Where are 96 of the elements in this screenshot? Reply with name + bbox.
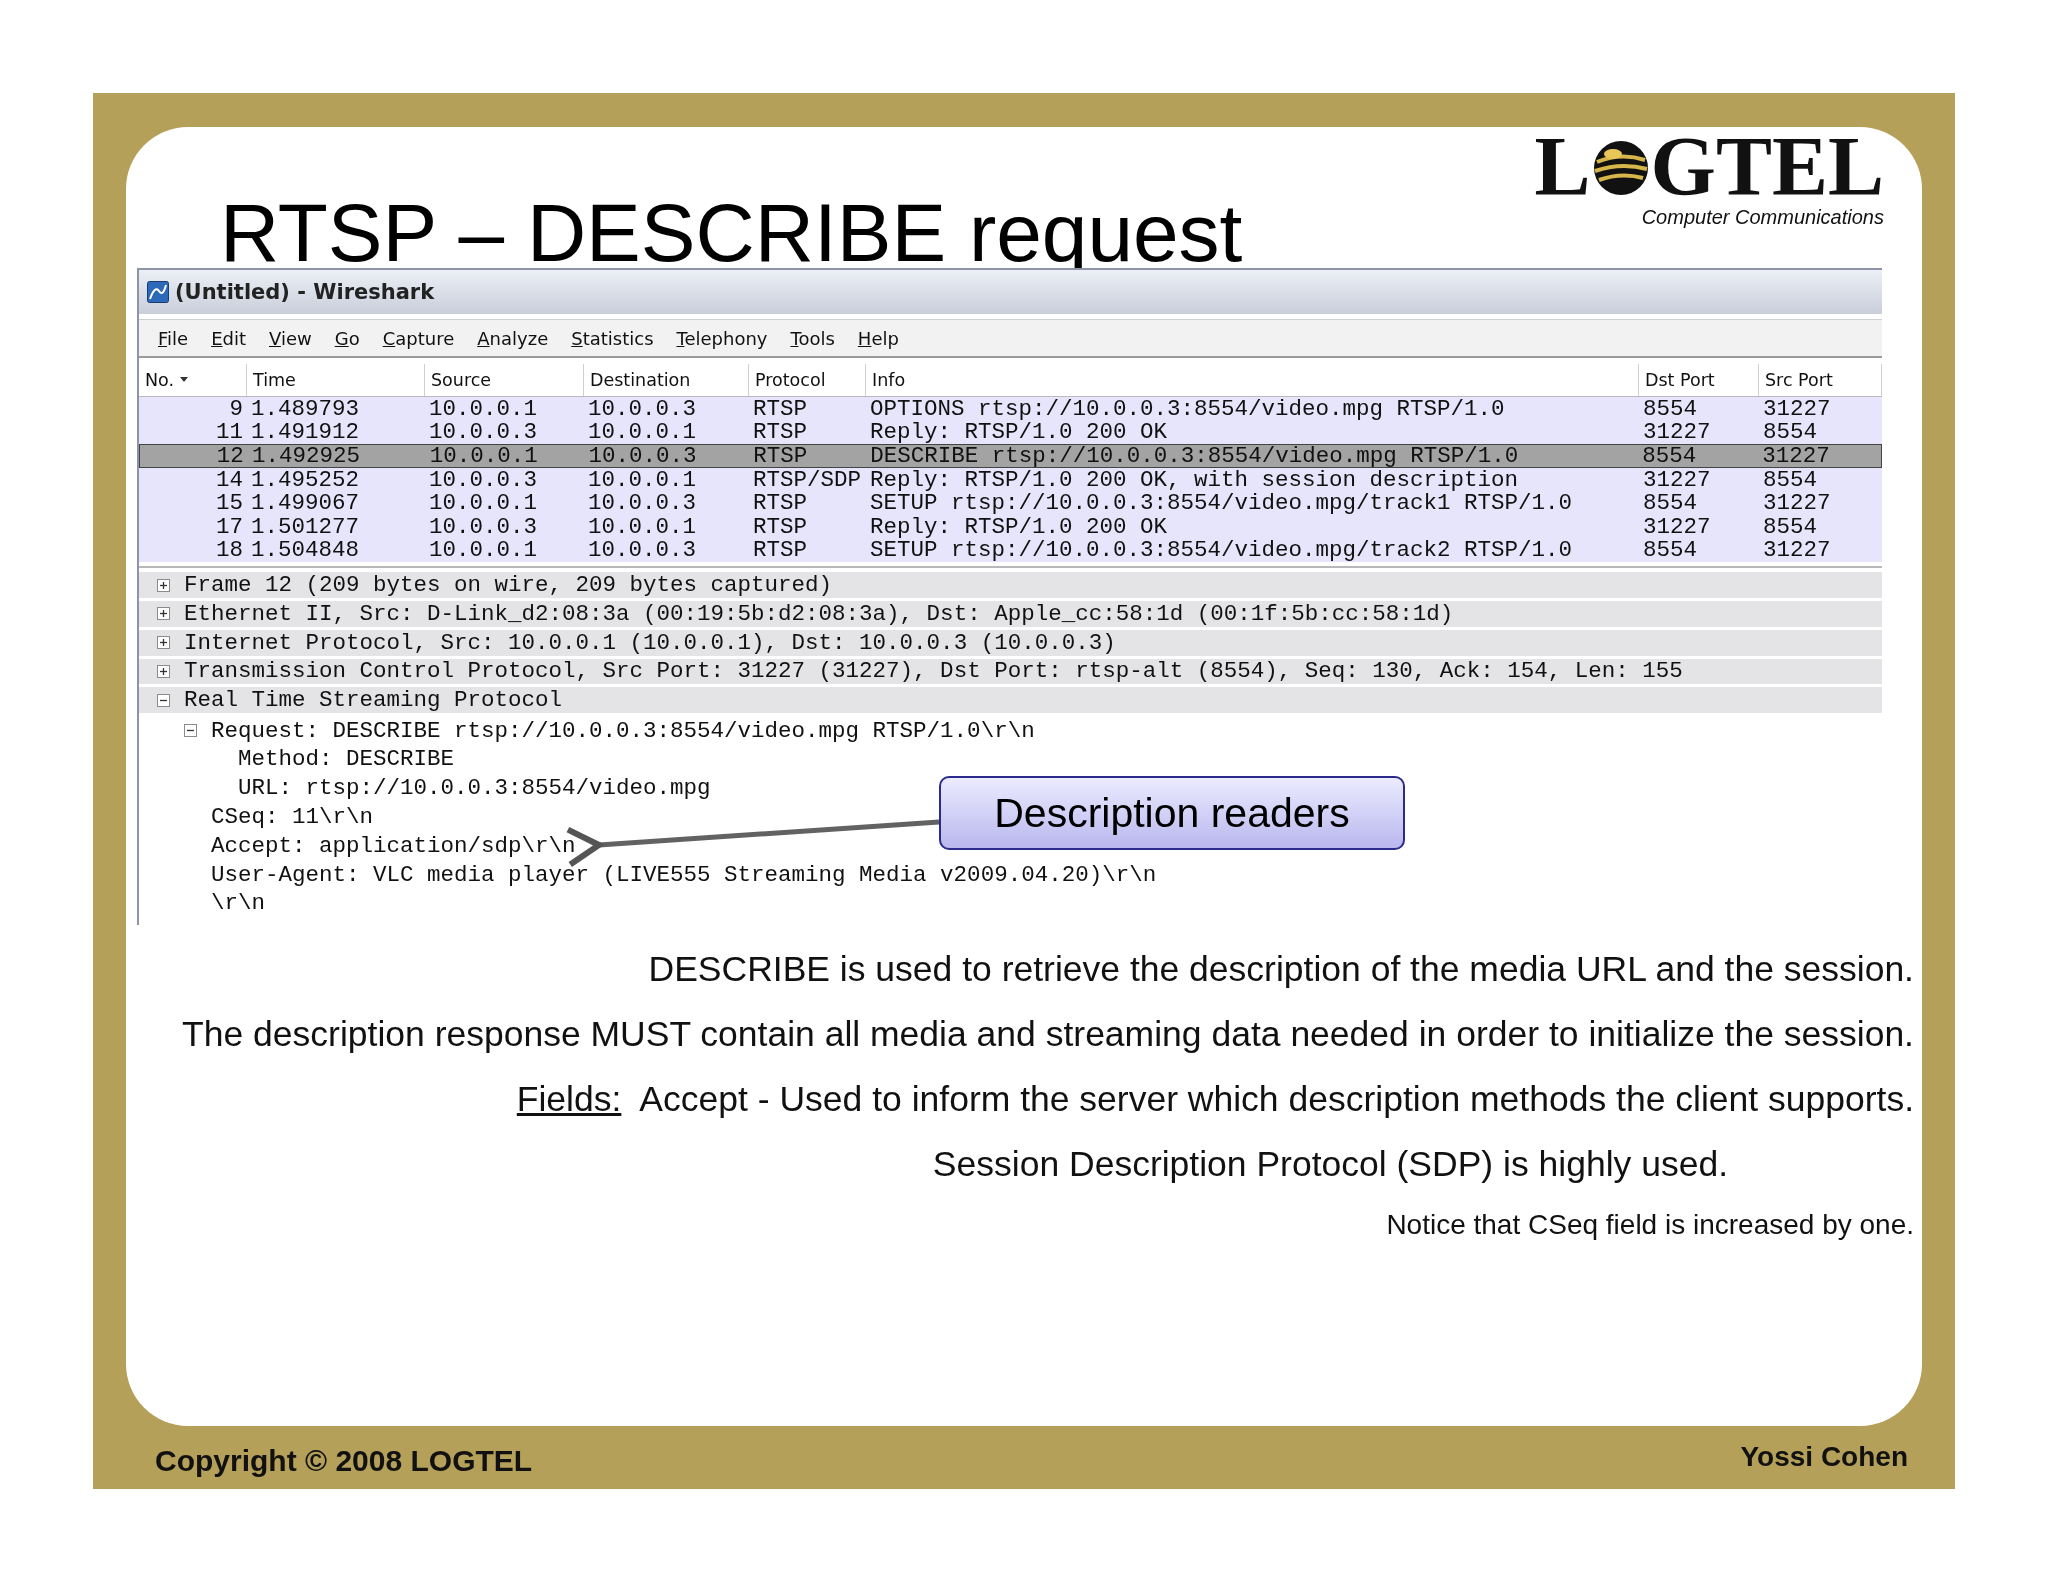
table-cell-text: 8554 xyxy=(1762,419,1818,446)
tree-item-text: User-Agent: VLC media player (LIVE555 Streaming Media v2009.04.20)\r\n xyxy=(211,861,1157,888)
menu-item[interactable]: Analyze xyxy=(470,325,556,351)
menu-item[interactable]: Go xyxy=(327,325,367,351)
menu-item[interactable]: Capture xyxy=(375,325,462,351)
column-header[interactable]: Source xyxy=(425,364,584,396)
logo-tagline: Computer Communications xyxy=(1641,206,1884,229)
packet-row[interactable]: 12 1.492925 10.0.0.1 10.0.0.3 RTSP DESCRIBE rtsp://10.0.0.3:8554/video.mpg RTSP/1.0 8554 31227 xyxy=(139,444,1882,468)
table-cell-text: 10.0.0.3 xyxy=(587,443,698,469)
table-cell-text: RTSP/SDP xyxy=(752,466,863,493)
packet-row[interactable]: 17 1.501277 10.0.0.3 10.0.0.1 RTSP Reply: RTSP/1.0 200 OK 31227 8554 xyxy=(139,514,1882,539)
tree-item-text: URL: rtsp://10.0.0.3:8554/video.mpg xyxy=(238,775,711,802)
logo-text: GTEL xyxy=(1650,125,1884,209)
table-cell-text: 8554 xyxy=(1642,395,1698,422)
tree-item-text: Request: DESCRIBE rtsp://10.0.0.3:8554/video.mpg RTSP/1.0\r\n xyxy=(211,717,1035,744)
table-cell-text: 10.0.0.1 xyxy=(587,466,698,493)
table-cell-text: 1.491912 xyxy=(250,419,361,446)
fields-label: Fields: xyxy=(516,1079,622,1120)
table-cell-text: RTSP xyxy=(752,537,808,564)
menu-item[interactable]: Statistics xyxy=(564,325,661,351)
menu-item[interactable]: Edit xyxy=(204,325,253,351)
packet-row[interactable]: 15 1.499067 10.0.0.1 10.0.0.3 RTSP SETUP rtsp://10.0.0.3:8554/video.mpg/track1 RTSP/1.0 8554 31227 xyxy=(139,491,1882,515)
body-text: DESCRIBE is used to retrieve the description of the media URL and the session. xyxy=(648,948,1914,991)
table-cell-text: 1.489793 xyxy=(250,395,361,422)
tree-row[interactable]: Ethernet II, Src: D-Link_d2:08:3a (00:19:5b:d2:08:3a), Dst: Apple_cc:58:1d (00:1f:5b:cc:58:1d) xyxy=(139,600,1882,630)
expand-icon[interactable] xyxy=(157,578,170,592)
packet-row[interactable]: 18 1.504848 10.0.0.1 10.0.0.3 RTSP SETUP rtsp://10.0.0.3:8554/video.mpg/track2 RTSP/1.0 8554 31227 xyxy=(139,538,1882,563)
collapse-icon[interactable] xyxy=(184,724,197,738)
expand-icon[interactable] xyxy=(157,636,170,650)
column-header[interactable]: No. xyxy=(139,364,247,396)
column-header[interactable]: Time xyxy=(247,364,425,396)
table-cell-text: 10.0.0.3 xyxy=(428,419,539,446)
table-cell-text: 18 xyxy=(215,537,244,564)
column-header[interactable]: Dst Port xyxy=(1639,364,1759,396)
packet-row[interactable]: 9 1.489793 10.0.0.1 10.0.0.3 RTSP OPTIONS rtsp://10.0.0.3:8554/video.mpg RTSP/1.0 8554 31227 xyxy=(139,397,1882,421)
table-cell-text: DESCRIBE rtsp://10.0.0.3:8554/video.mpg RTSP/1.0 xyxy=(869,443,1520,469)
table-cell-text: 9 xyxy=(228,395,244,422)
table-cell-text: 10.0.0.1 xyxy=(428,443,539,469)
table-cell-text: 31227 xyxy=(1762,395,1832,422)
table-cell-text: 14 xyxy=(215,466,244,493)
author-name: Yossi Cohen xyxy=(1740,1440,1908,1473)
column-header[interactable]: Src Port xyxy=(1759,364,1882,396)
packet-row[interactable]: 14 1.495252 10.0.0.3 10.0.0.1 RTSP/SDP Reply: RTSP/1.0 200 OK, with session description 31227 8554 xyxy=(139,467,1882,492)
body-text: Accept - Used to inform the server which description methods the client supports. xyxy=(639,1079,1914,1120)
slide-title: RTSP – DESCRIBE request xyxy=(220,192,1243,274)
menu-item[interactable]: Telephony xyxy=(669,325,775,351)
table-cell-text: 10.0.0.3 xyxy=(587,537,698,564)
tree-item-text: \r\n xyxy=(211,890,265,917)
table-cell-text: 12 xyxy=(215,443,245,469)
table-cell-text: 31227 xyxy=(1762,537,1832,564)
table-cell-text: 31227 xyxy=(1642,419,1712,446)
logo-text: L xyxy=(1534,125,1591,209)
table-cell-text: 1.495252 xyxy=(250,466,361,493)
body-text: The description response MUST contain all media and streaming data needed in order to initialize the session. xyxy=(182,1013,1914,1056)
callout: Description readers xyxy=(939,776,1405,851)
table-cell-text: RTSP xyxy=(752,443,809,469)
table-cell-text: 10.0.0.1 xyxy=(428,537,539,564)
expand-icon[interactable] xyxy=(157,607,170,621)
table-cell-text: 1.492925 xyxy=(250,443,361,469)
app-icon xyxy=(147,281,169,303)
table-cell-text: 10.0.0.1 xyxy=(587,419,698,446)
tree-row[interactable]: Frame 12 (209 bytes on wire, 209 bytes captured) xyxy=(139,572,1882,601)
column-header[interactable]: Protocol xyxy=(749,364,866,396)
column-header[interactable]: Destination xyxy=(584,364,749,396)
expand-icon[interactable] xyxy=(157,664,170,678)
body-text: Session Description Protocol (SDP) is highly used. xyxy=(932,1143,1728,1186)
table-cell-text: 1.504848 xyxy=(250,537,361,564)
menu-item[interactable]: Help xyxy=(850,325,906,351)
table-cell-text: SETUP rtsp://10.0.0.3:8554/video.mpg/track2 RTSP/1.0 xyxy=(869,537,1574,564)
table-cell-text: Reply: RTSP/1.0 200 OK, with session description xyxy=(869,466,1520,493)
table-cell-text: OPTIONS rtsp://10.0.0.3:8554/video.mpg RTSP/1.0 xyxy=(869,395,1506,422)
table-cell-text: 10.0.0.1 xyxy=(428,395,539,422)
tree-item-text: Accept: application/sdp\r\n xyxy=(211,832,576,859)
table-cell-text: 8554 xyxy=(1641,443,1698,469)
menu-item[interactable]: Tools xyxy=(783,325,842,351)
tree-item-text: CSeq: 11\r\n xyxy=(211,803,374,830)
tree-row[interactable]: Internet Protocol, Src: 10.0.0.1 (10.0.0.1), Dst: 10.0.0.3 (10.0.0.3) xyxy=(139,629,1882,659)
table-cell-text: 10.0.0.3 xyxy=(428,466,539,493)
copyright-text: Copyright © 2008 LOGTEL xyxy=(155,1443,533,1478)
table-cell-text: 10.0.0.3 xyxy=(587,395,698,422)
collapse-icon[interactable] xyxy=(157,693,170,707)
table-cell-text: RTSP xyxy=(752,419,808,446)
column-header[interactable]: Info xyxy=(866,364,1639,396)
menu-item[interactable]: View xyxy=(262,325,319,351)
window-title: (Untitled) - Wireshark xyxy=(175,280,435,304)
table-cell-text: 31227 xyxy=(1642,466,1712,493)
table-cell-text: 31227 xyxy=(1761,443,1831,469)
note-text: Notice that CSeq field is increased by one. xyxy=(1386,1207,1914,1242)
table-cell-text: 8554 xyxy=(1642,537,1698,564)
table-cell-text: 8554 xyxy=(1762,466,1818,493)
packet-row[interactable]: 11 1.491912 10.0.0.3 10.0.0.1 RTSP Reply: RTSP/1.0 200 OK 31227 8554 xyxy=(139,420,1882,445)
table-cell-text: 11 xyxy=(215,419,244,446)
table-cell-text: Reply: RTSP/1.0 200 OK xyxy=(869,419,1168,446)
tree-item-text: Method: DESCRIBE xyxy=(238,746,455,773)
table-cell-text: RTSP xyxy=(752,395,808,422)
menu-item[interactable]: File xyxy=(151,325,196,351)
